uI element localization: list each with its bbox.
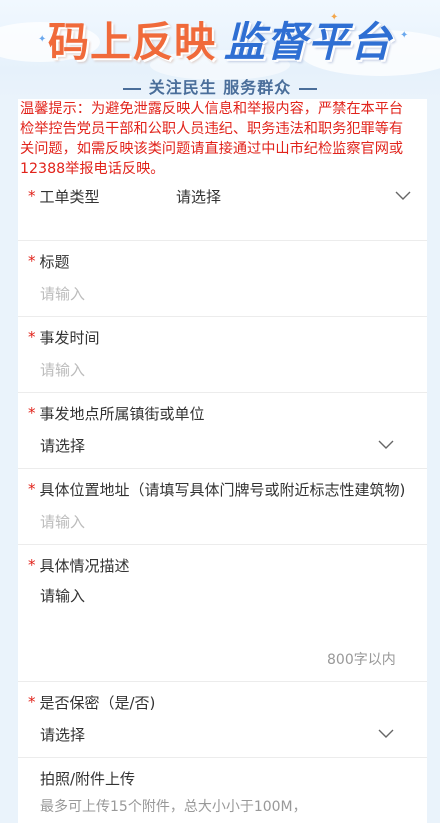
required-mark: * <box>28 252 36 270</box>
page: ✦ ✦ ✦ 码上反映 监督平台 关注民生 服务群众 温馨提示：为避免泄露反映人信息… <box>0 0 440 823</box>
field-attachment: 拍照/附件上传 最多可上传15个附件，总大小小于100M， <box>18 758 427 823</box>
title-label: * 标题 <box>28 251 70 272</box>
required-mark: * <box>28 404 36 422</box>
required-mark: * <box>28 693 36 711</box>
header-banner: ✦ ✦ ✦ 码上反映 监督平台 关注民生 服务群众 <box>0 0 440 100</box>
time-input[interactable]: 请输入 <box>40 359 85 380</box>
field-address: * 具体位置地址（请填写具体门牌号或附近标志性建筑物) 请输入 <box>18 469 427 545</box>
address-label-text: 具体位置地址（请填写具体门牌号或附近标志性建筑物) <box>39 481 406 499</box>
field-time: * 事发时间 请输入 <box>18 317 427 393</box>
banner-subtitle-text: 关注民生 服务群众 <box>148 78 292 97</box>
banner-subtitle: 关注民生 服务群众 <box>0 74 440 98</box>
field-ticket-type[interactable]: * 工单类型 请选择 <box>18 179 427 241</box>
chevron-down-icon[interactable] <box>378 729 394 739</box>
confidential-label: * 是否保密（是/否) <box>28 692 155 713</box>
required-mark: * <box>28 480 36 498</box>
confidential-label-text: 是否保密（是/否) <box>39 694 156 712</box>
required-mark: * <box>28 328 36 346</box>
description-textarea[interactable]: 请输入 <box>40 585 85 606</box>
warm-notice: 温馨提示：为避免泄露反映人信息和举报内容，严禁在本平台检举控告党员干部和公职人员… <box>2 99 424 179</box>
title-label-text: 标题 <box>39 253 70 271</box>
confidential-select[interactable]: 请选择 <box>40 724 85 745</box>
ticket-type-select[interactable]: 请选择 <box>176 186 221 207</box>
field-confidential: * 是否保密（是/否) 请选择 <box>18 682 427 758</box>
required-mark: * <box>28 556 36 574</box>
description-char-counter: 800字以内 <box>327 652 396 668</box>
warm-notice-text: 温馨提示：为避免泄露反映人信息和举报内容，严禁在本平台检举控告党员干部和公职人员… <box>20 101 404 177</box>
description-label: * 具体情况描述 <box>28 555 130 576</box>
field-description: * 具体情况描述 请输入 800字以内 <box>18 545 427 682</box>
chevron-down-icon[interactable] <box>378 440 394 450</box>
banner-title-part1: 码上反映 <box>48 18 216 66</box>
ticket-type-label-text: 工单类型 <box>39 188 100 206</box>
town-label: * 事发地点所属镇街或单位 <box>28 403 205 424</box>
time-label-text: 事发时间 <box>39 329 100 347</box>
description-label-text: 具体情况描述 <box>39 557 130 575</box>
required-mark: * <box>28 187 36 205</box>
town-select[interactable]: 请选择 <box>40 435 85 456</box>
chevron-down-icon[interactable] <box>395 191 411 201</box>
time-label: * 事发时间 <box>28 327 100 348</box>
title-input[interactable]: 请输入 <box>40 283 85 304</box>
banner-title-part2: 监督平台 <box>224 18 392 66</box>
field-title: * 标题 请输入 <box>18 241 427 317</box>
town-label-text: 事发地点所属镇街或单位 <box>39 405 205 423</box>
banner-title: 码上反映 监督平台 <box>0 8 440 68</box>
field-town: * 事发地点所属镇街或单位 请选择 <box>18 393 427 469</box>
ticket-type-label: * 工单类型 <box>28 186 100 207</box>
attachment-label: 拍照/附件上传 <box>40 770 136 788</box>
form-card: 温馨提示：为避免泄露反映人信息和举报内容，严禁在本平台检举控告党员干部和公职人员… <box>18 99 427 823</box>
address-label: * 具体位置地址（请填写具体门牌号或附近标志性建筑物) <box>28 479 405 500</box>
attachment-hint: 最多可上传15个附件，总大小小于100M， <box>40 799 307 815</box>
address-input[interactable]: 请输入 <box>40 511 85 532</box>
